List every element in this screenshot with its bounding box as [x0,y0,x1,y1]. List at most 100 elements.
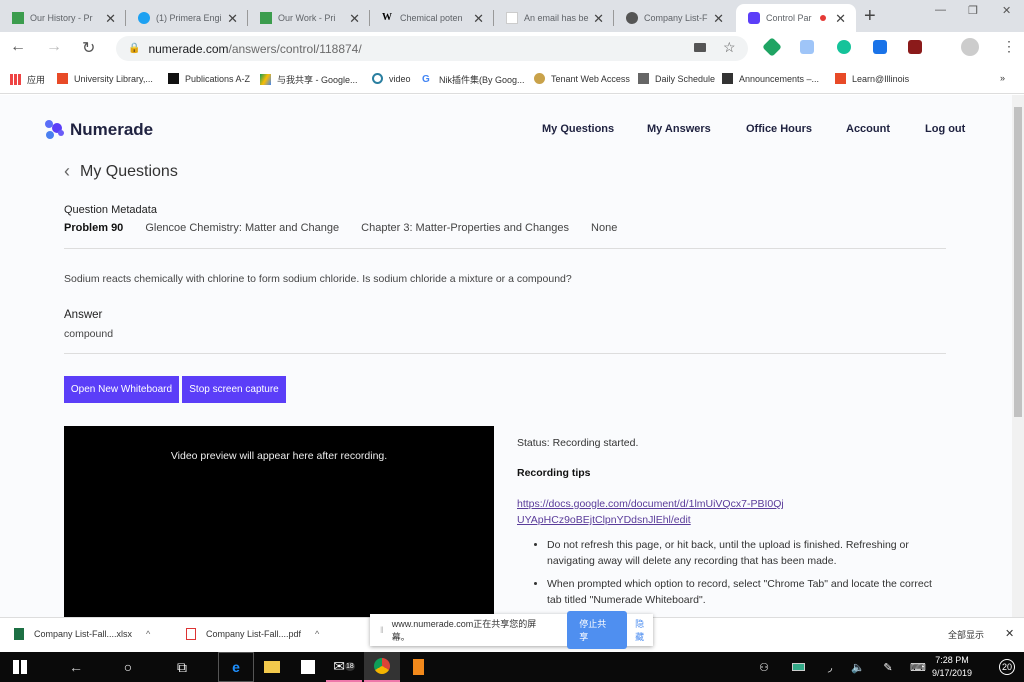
keyboard-icon[interactable]: ⌨ [906,652,930,682]
tab-title: (1) Primera Engi [156,13,222,23]
profile-avatar[interactable] [961,38,979,56]
nav-log-out[interactable]: Log out [925,123,965,135]
bookmark-learn-illinois[interactable]: Learn@Illinois [835,73,909,84]
back-arrow-icon[interactable]: ← [56,652,96,682]
bookmark-label: Nik插件集(By Goog... [439,75,525,85]
pen-icon[interactable]: ✎ [876,652,900,682]
notification-count: 20 [998,659,1015,675]
bookmark-university-library[interactable]: University Library,... [57,73,153,84]
info-extension-icon[interactable] [873,40,887,54]
star-icon[interactable]: ☆ [723,39,736,56]
stop-screen-capture-button[interactable]: Stop screen capture [182,376,286,403]
chevron-up-icon[interactable]: ^ [315,629,319,639]
bookmark-announcements[interactable]: Announcements –... [722,73,819,84]
back-to-my-questions[interactable]: ‹ My Questions [64,161,178,182]
hide-share-bar-button[interactable]: 隐藏 [635,617,653,643]
forward-icon[interactable]: → [46,38,62,56]
camera-icon[interactable] [694,43,706,52]
chrome-icon[interactable] [364,652,400,682]
drive-icon [260,74,271,85]
close-tab-icon[interactable]: ✕ [227,11,238,27]
nav-my-questions[interactable]: My Questions [542,123,614,135]
nav-account[interactable]: Account [846,123,890,135]
volume-icon[interactable]: 🔈 [846,652,870,682]
numerade-logo[interactable]: Numerade [44,119,153,141]
store-icon[interactable] [290,652,326,682]
download-item-xlsx[interactable]: Company List-Fall....xlsx ^ [14,628,150,640]
task-view-icon[interactable]: ⧉ [162,652,202,682]
tab-company-list[interactable]: Company List-F ✕ [614,4,734,32]
close-tab-icon[interactable]: ✕ [105,11,116,27]
scrollbar-thumb[interactable] [1014,107,1022,417]
bookmark-daily-schedule[interactable]: Daily Schedule [638,73,715,84]
share-message: www.numerade.com正在共享您的屏幕。 [391,619,537,642]
wikipedia-icon: W [382,12,392,23]
chevron-up-icon[interactable]: ^ [146,629,150,639]
close-window-button[interactable]: ✕ [1002,4,1011,17]
bookmarks-bar: 应用 University Library,... Publications A… [0,64,1024,94]
bookmark-apps[interactable]: 应用 [10,73,45,86]
wifi-icon[interactable]: ◞ [818,652,842,682]
numerade-logo-icon [45,120,64,139]
chevron-left-icon: ‹ [64,161,70,181]
close-tab-icon[interactable]: ✕ [593,11,604,27]
edge-icon[interactable]: e [218,652,254,682]
notification-center-icon[interactable]: 20 [992,652,1022,682]
docs-extension-icon[interactable] [800,40,814,54]
cortana-icon[interactable]: ○ [108,652,148,682]
apps-grid-icon [10,74,21,85]
show-all-downloads-button[interactable]: 全部显示 [948,628,984,641]
address-bar[interactable]: 🔒 numerade.com/answers/control/118874/ ☆ [116,36,748,61]
maximize-button[interactable]: ❐ [968,4,978,17]
close-tab-icon[interactable]: ✕ [349,11,360,27]
stop-sharing-button[interactable]: 停止共享 [567,611,628,649]
grammarly-icon[interactable] [837,40,851,54]
download-item-pdf[interactable]: Company List-Fall....pdf ^ [186,628,319,640]
new-tab-button[interactable]: + [864,5,876,28]
minimize-button[interactable]: — [935,4,946,16]
tab-title: Chemical poten [400,13,463,23]
reload-icon[interactable]: ↻ [82,38,95,58]
divider [64,353,946,354]
menu-icon[interactable]: ⋮ [1002,38,1016,55]
bookmark-video[interactable]: video [372,73,411,84]
page-content: Numerade My Questions My Answers Office … [0,95,1012,617]
close-download-bar-button[interactable]: ✕ [1005,627,1014,640]
office-app-icon[interactable] [400,652,436,682]
tab-chemical[interactable]: W Chemical poten ✕ [370,4,494,32]
back-icon[interactable]: ← [10,38,26,56]
close-tab-icon[interactable]: ✕ [713,11,724,27]
recording-tips-link[interactable]: https://docs.google.com/document/d/1lmUi… [517,496,787,528]
bookmark-drive[interactable]: 与我共享 - Google... [260,73,358,86]
people-icon[interactable]: ⚇ [752,652,776,682]
bookmark-nik[interactable]: G Nik插件集(By Goog... [422,73,525,86]
battery-icon[interactable] [786,652,810,682]
tab-control-panel[interactable]: Control Par ✕ [736,4,856,32]
system-clock[interactable]: 7:28 PM 9/17/2019 [932,654,972,680]
bookmark-publications[interactable]: Publications A-Z [168,73,250,84]
mail-badge: 18 [344,661,355,671]
extension-green-icon[interactable] [762,37,782,57]
nav-my-answers[interactable]: My Answers [647,123,711,135]
more-bookmarks-button[interactable]: » [1000,73,1005,83]
windows-start-icon[interactable] [0,652,40,682]
tab-our-work[interactable]: Our Work - Pri ✕ [248,4,370,32]
bookmark-label: Tenant Web Access [551,73,630,84]
tab-primera[interactable]: (1) Primera Engi ✕ [126,4,248,32]
file-explorer-icon[interactable] [254,652,290,682]
url-host: numerade.com [148,41,229,56]
bookmark-tenant[interactable]: Tenant Web Access [534,73,630,84]
page-scrollbar[interactable] [1012,95,1024,617]
open-whiteboard-button[interactable]: Open New Whiteboard [64,376,179,403]
mail-icon[interactable]: ✉ 18 [326,652,362,682]
tab-email[interactable]: An email has be ✕ [494,4,614,32]
nav-office-hours[interactable]: Office Hours [746,123,812,135]
close-tab-icon[interactable]: ✕ [835,11,846,27]
drag-handle-icon[interactable]: ‖ [380,625,384,635]
tab-our-history[interactable]: Our History - Pr ✕ [0,4,126,32]
page-title: My Questions [80,162,178,180]
more-bookmarks-label: » [1000,73,1006,83]
close-tab-icon[interactable]: ✕ [473,11,484,27]
acrobat-icon[interactable] [908,40,922,54]
pdf-icon [186,628,196,640]
